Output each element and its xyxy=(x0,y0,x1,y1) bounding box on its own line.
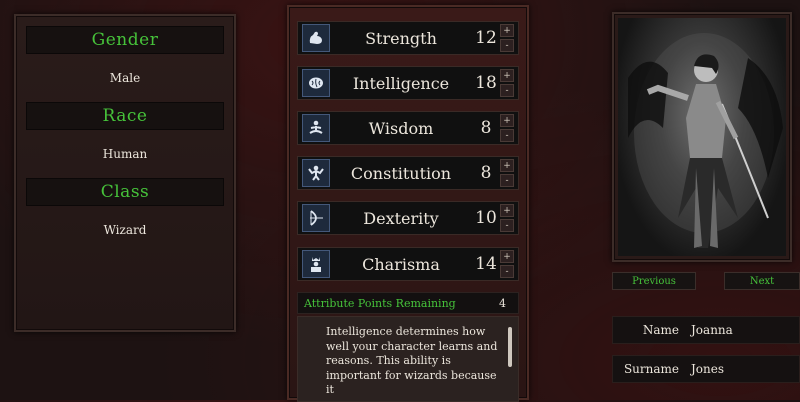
increase-button[interactable]: + xyxy=(500,159,514,172)
decrease-button[interactable]: - xyxy=(500,129,514,142)
attribute-description-box: Intelligence determines how well your ch… xyxy=(297,316,519,402)
attributes-panel: Strength 12 + - Intelligence 18 + - Wisd… xyxy=(287,5,529,402)
attribute-row-strength: Strength 12 + - xyxy=(297,21,519,55)
increase-button[interactable]: + xyxy=(500,24,514,37)
character-info-panel: Gender Male Race Human Class Wizard xyxy=(14,14,236,332)
attribute-value: 12 xyxy=(475,28,497,48)
name-label: Name xyxy=(642,323,679,337)
brain-icon xyxy=(302,69,330,97)
attribute-description-text: Intelligence determines how well your ch… xyxy=(326,325,498,396)
portrait-frame xyxy=(612,12,792,262)
attribute-value: 14 xyxy=(475,254,497,274)
archer-icon xyxy=(302,204,330,232)
attribute-value: 8 xyxy=(480,163,492,183)
increase-button[interactable]: + xyxy=(500,204,514,217)
class-heading: Class xyxy=(26,178,224,206)
character-portrait xyxy=(618,18,786,256)
attribute-name: Strength xyxy=(365,28,437,48)
surname-label: Surname xyxy=(623,362,679,376)
surname-field[interactable]: Jones xyxy=(687,362,799,376)
gender-value[interactable]: Male xyxy=(26,54,224,102)
attribute-name: Intelligence xyxy=(352,73,450,93)
attribute-name: Dexterity xyxy=(363,208,439,228)
increase-button[interactable]: + xyxy=(500,114,514,127)
attribute-value: 18 xyxy=(475,73,497,93)
attribute-row-dexterity: Dexterity 10 + - xyxy=(297,201,519,235)
name-row: Name Joanna xyxy=(612,316,800,344)
race-value[interactable]: Human xyxy=(26,130,224,178)
attribute-value: 8 xyxy=(480,118,492,138)
surname-row: Surname Jones xyxy=(612,355,800,383)
flexed-arm-icon xyxy=(302,24,330,52)
attribute-row-wisdom: Wisdom 8 + - xyxy=(297,111,519,145)
attribute-points-value: 4 xyxy=(499,296,506,310)
attribute-row-intelligence: Intelligence 18 + - xyxy=(297,66,519,100)
attribute-points-bar: Attribute Points Remaining 4 xyxy=(297,292,519,314)
attribute-name: Constitution xyxy=(350,163,452,183)
decrease-button[interactable]: - xyxy=(500,84,514,97)
attribute-row-charisma: Charisma 14 + - xyxy=(297,247,519,281)
gender-heading: Gender xyxy=(26,26,224,54)
increase-button[interactable]: + xyxy=(500,250,514,263)
attribute-name: Charisma xyxy=(362,254,440,274)
attribute-value: 10 xyxy=(475,208,497,228)
attribute-points-label: Attribute Points Remaining xyxy=(304,296,456,310)
meditation-icon xyxy=(302,114,330,142)
king-icon xyxy=(302,250,330,278)
race-heading: Race xyxy=(26,102,224,130)
attribute-name: Wisdom xyxy=(368,118,434,138)
strongman-icon xyxy=(302,159,330,187)
previous-portrait-button[interactable]: Previous xyxy=(612,272,696,290)
name-field[interactable]: Joanna xyxy=(687,323,799,337)
class-value[interactable]: Wizard xyxy=(26,206,224,254)
decrease-button[interactable]: - xyxy=(500,174,514,187)
next-portrait-button[interactable]: Next xyxy=(724,272,800,290)
attribute-row-constitution: Constitution 8 + - xyxy=(297,156,519,190)
decrease-button[interactable]: - xyxy=(500,219,514,232)
description-scrollbar[interactable] xyxy=(508,327,512,367)
increase-button[interactable]: + xyxy=(500,69,514,82)
decrease-button[interactable]: - xyxy=(500,265,514,278)
decrease-button[interactable]: - xyxy=(500,39,514,52)
